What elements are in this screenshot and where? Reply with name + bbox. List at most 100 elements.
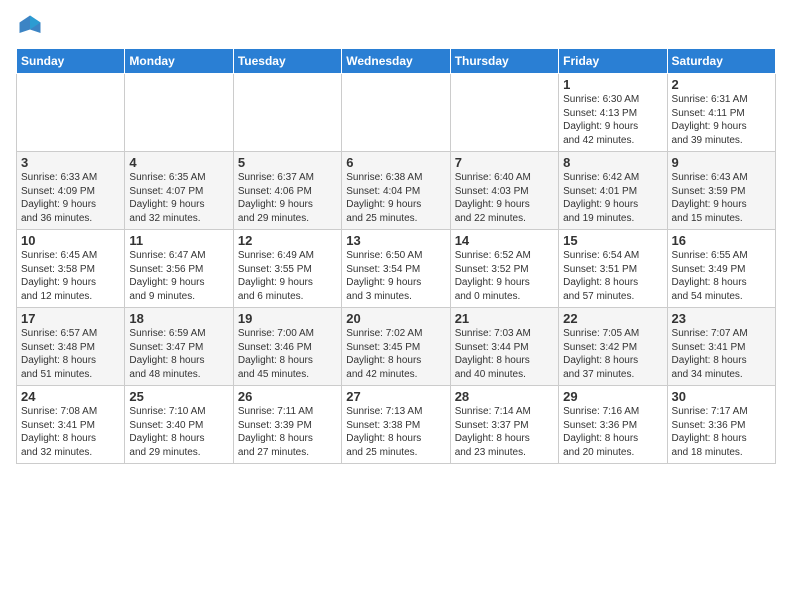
day-number: 8	[563, 155, 662, 170]
day-number: 11	[129, 233, 228, 248]
day-number: 21	[455, 311, 554, 326]
day-number: 19	[238, 311, 337, 326]
days-row: SundayMondayTuesdayWednesdayThursdayFrid…	[17, 49, 776, 74]
day-info: Sunrise: 7:05 AMSunset: 3:42 PMDaylight:…	[563, 327, 662, 381]
day-header-sunday: Sunday	[17, 49, 125, 74]
day-number: 18	[129, 311, 228, 326]
day-cell: 12Sunrise: 6:49 AMSunset: 3:55 PMDayligh…	[233, 230, 341, 308]
day-cell: 6Sunrise: 6:38 AMSunset: 4:04 PMDaylight…	[342, 152, 450, 230]
day-header-saturday: Saturday	[667, 49, 775, 74]
day-number: 3	[21, 155, 120, 170]
day-info: Sunrise: 6:52 AMSunset: 3:52 PMDaylight:…	[455, 249, 554, 303]
page: SundayMondayTuesdayWednesdayThursdayFrid…	[0, 0, 792, 612]
day-cell: 23Sunrise: 7:07 AMSunset: 3:41 PMDayligh…	[667, 308, 775, 386]
day-cell: 9Sunrise: 6:43 AMSunset: 3:59 PMDaylight…	[667, 152, 775, 230]
day-info: Sunrise: 6:54 AMSunset: 3:51 PMDaylight:…	[563, 249, 662, 303]
day-number: 9	[672, 155, 771, 170]
day-info: Sunrise: 7:11 AMSunset: 3:39 PMDaylight:…	[238, 405, 337, 459]
day-info: Sunrise: 6:59 AMSunset: 3:47 PMDaylight:…	[129, 327, 228, 381]
day-number: 17	[21, 311, 120, 326]
day-info: Sunrise: 6:30 AMSunset: 4:13 PMDaylight:…	[563, 93, 662, 147]
day-cell	[342, 74, 450, 152]
day-cell: 16Sunrise: 6:55 AMSunset: 3:49 PMDayligh…	[667, 230, 775, 308]
day-number: 2	[672, 77, 771, 92]
day-info: Sunrise: 7:07 AMSunset: 3:41 PMDaylight:…	[672, 327, 771, 381]
week-row-2: 3Sunrise: 6:33 AMSunset: 4:09 PMDaylight…	[17, 152, 776, 230]
day-cell: 10Sunrise: 6:45 AMSunset: 3:58 PMDayligh…	[17, 230, 125, 308]
day-cell	[450, 74, 558, 152]
day-number: 15	[563, 233, 662, 248]
day-info: Sunrise: 6:38 AMSunset: 4:04 PMDaylight:…	[346, 171, 445, 225]
day-cell: 17Sunrise: 6:57 AMSunset: 3:48 PMDayligh…	[17, 308, 125, 386]
week-row-1: 1Sunrise: 6:30 AMSunset: 4:13 PMDaylight…	[17, 74, 776, 152]
logo	[16, 12, 48, 40]
day-cell: 13Sunrise: 6:50 AMSunset: 3:54 PMDayligh…	[342, 230, 450, 308]
logo-icon	[16, 12, 44, 40]
calendar-table: SundayMondayTuesdayWednesdayThursdayFrid…	[16, 48, 776, 464]
day-cell: 11Sunrise: 6:47 AMSunset: 3:56 PMDayligh…	[125, 230, 233, 308]
day-info: Sunrise: 7:00 AMSunset: 3:46 PMDaylight:…	[238, 327, 337, 381]
day-cell: 22Sunrise: 7:05 AMSunset: 3:42 PMDayligh…	[559, 308, 667, 386]
day-info: Sunrise: 7:17 AMSunset: 3:36 PMDaylight:…	[672, 405, 771, 459]
day-cell: 29Sunrise: 7:16 AMSunset: 3:36 PMDayligh…	[559, 386, 667, 464]
day-cell: 30Sunrise: 7:17 AMSunset: 3:36 PMDayligh…	[667, 386, 775, 464]
day-number: 20	[346, 311, 445, 326]
day-cell: 24Sunrise: 7:08 AMSunset: 3:41 PMDayligh…	[17, 386, 125, 464]
day-number: 25	[129, 389, 228, 404]
day-info: Sunrise: 6:42 AMSunset: 4:01 PMDaylight:…	[563, 171, 662, 225]
day-cell: 18Sunrise: 6:59 AMSunset: 3:47 PMDayligh…	[125, 308, 233, 386]
calendar-header: SundayMondayTuesdayWednesdayThursdayFrid…	[17, 49, 776, 74]
day-number: 26	[238, 389, 337, 404]
day-info: Sunrise: 7:13 AMSunset: 3:38 PMDaylight:…	[346, 405, 445, 459]
calendar-body: 1Sunrise: 6:30 AMSunset: 4:13 PMDaylight…	[17, 74, 776, 464]
day-info: Sunrise: 6:57 AMSunset: 3:48 PMDaylight:…	[21, 327, 120, 381]
day-number: 14	[455, 233, 554, 248]
day-number: 27	[346, 389, 445, 404]
day-number: 5	[238, 155, 337, 170]
week-row-3: 10Sunrise: 6:45 AMSunset: 3:58 PMDayligh…	[17, 230, 776, 308]
day-cell: 14Sunrise: 6:52 AMSunset: 3:52 PMDayligh…	[450, 230, 558, 308]
day-cell: 15Sunrise: 6:54 AMSunset: 3:51 PMDayligh…	[559, 230, 667, 308]
day-number: 12	[238, 233, 337, 248]
day-cell: 2Sunrise: 6:31 AMSunset: 4:11 PMDaylight…	[667, 74, 775, 152]
day-cell: 5Sunrise: 6:37 AMSunset: 4:06 PMDaylight…	[233, 152, 341, 230]
day-number: 23	[672, 311, 771, 326]
day-info: Sunrise: 6:31 AMSunset: 4:11 PMDaylight:…	[672, 93, 771, 147]
day-header-monday: Monday	[125, 49, 233, 74]
day-cell: 7Sunrise: 6:40 AMSunset: 4:03 PMDaylight…	[450, 152, 558, 230]
week-row-4: 17Sunrise: 6:57 AMSunset: 3:48 PMDayligh…	[17, 308, 776, 386]
day-cell: 28Sunrise: 7:14 AMSunset: 3:37 PMDayligh…	[450, 386, 558, 464]
day-info: Sunrise: 6:33 AMSunset: 4:09 PMDaylight:…	[21, 171, 120, 225]
day-number: 22	[563, 311, 662, 326]
day-info: Sunrise: 6:35 AMSunset: 4:07 PMDaylight:…	[129, 171, 228, 225]
day-cell: 26Sunrise: 7:11 AMSunset: 3:39 PMDayligh…	[233, 386, 341, 464]
day-info: Sunrise: 6:55 AMSunset: 3:49 PMDaylight:…	[672, 249, 771, 303]
day-number: 7	[455, 155, 554, 170]
day-number: 13	[346, 233, 445, 248]
day-number: 1	[563, 77, 662, 92]
day-number: 30	[672, 389, 771, 404]
day-cell: 21Sunrise: 7:03 AMSunset: 3:44 PMDayligh…	[450, 308, 558, 386]
day-info: Sunrise: 7:08 AMSunset: 3:41 PMDaylight:…	[21, 405, 120, 459]
day-cell: 25Sunrise: 7:10 AMSunset: 3:40 PMDayligh…	[125, 386, 233, 464]
day-number: 29	[563, 389, 662, 404]
day-number: 24	[21, 389, 120, 404]
day-cell: 8Sunrise: 6:42 AMSunset: 4:01 PMDaylight…	[559, 152, 667, 230]
day-number: 4	[129, 155, 228, 170]
day-info: Sunrise: 6:49 AMSunset: 3:55 PMDaylight:…	[238, 249, 337, 303]
day-cell: 4Sunrise: 6:35 AMSunset: 4:07 PMDaylight…	[125, 152, 233, 230]
day-info: Sunrise: 7:16 AMSunset: 3:36 PMDaylight:…	[563, 405, 662, 459]
day-header-friday: Friday	[559, 49, 667, 74]
day-header-wednesday: Wednesday	[342, 49, 450, 74]
day-number: 6	[346, 155, 445, 170]
day-info: Sunrise: 6:47 AMSunset: 3:56 PMDaylight:…	[129, 249, 228, 303]
day-number: 16	[672, 233, 771, 248]
day-cell: 1Sunrise: 6:30 AMSunset: 4:13 PMDaylight…	[559, 74, 667, 152]
day-info: Sunrise: 7:14 AMSunset: 3:37 PMDaylight:…	[455, 405, 554, 459]
day-header-tuesday: Tuesday	[233, 49, 341, 74]
week-row-5: 24Sunrise: 7:08 AMSunset: 3:41 PMDayligh…	[17, 386, 776, 464]
header	[16, 12, 776, 40]
day-info: Sunrise: 6:43 AMSunset: 3:59 PMDaylight:…	[672, 171, 771, 225]
day-number: 28	[455, 389, 554, 404]
day-info: Sunrise: 6:40 AMSunset: 4:03 PMDaylight:…	[455, 171, 554, 225]
